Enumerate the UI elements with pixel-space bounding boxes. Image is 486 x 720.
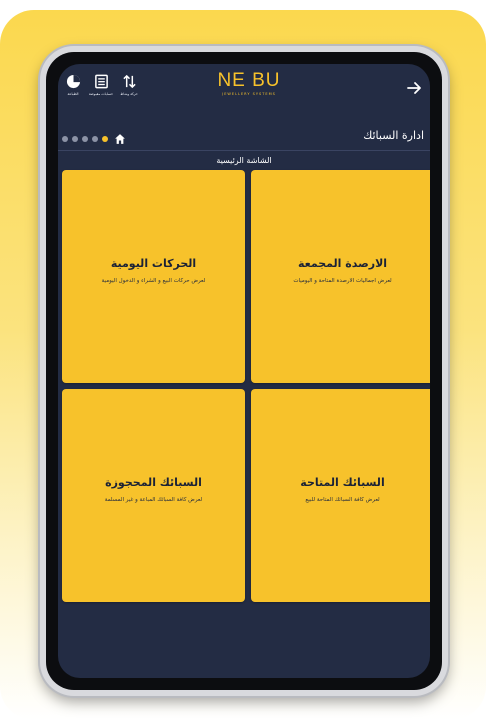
card-description: لعرض حركات البيع و الشراء و الدخول اليوم…	[101, 278, 206, 284]
nav-button-print[interactable]: الطباعة	[60, 74, 86, 108]
sort-arrows-icon	[122, 74, 136, 89]
home-icon[interactable]	[114, 133, 126, 145]
tablet-device: الطباعة حسابات مقبوضة حركة وشاط NE BU JE…	[40, 46, 448, 696]
breadcrumb-dot-active[interactable]	[102, 136, 108, 142]
card-description: لعرض كافة السبائك المتاحة للبيع	[305, 497, 380, 503]
nav-button-activity[interactable]: حركة وشاط	[116, 74, 142, 108]
nav-label: الطباعة	[67, 92, 79, 96]
nav-label: حسابات مقبوضة	[88, 92, 114, 96]
breadcrumb-dot[interactable]	[82, 136, 88, 142]
tablet-bezel: الطباعة حسابات مقبوضة حركة وشاط NE BU JE…	[46, 52, 442, 690]
card-description: لعرض اجماليات الارصدة المتاحة و اليوميات	[293, 278, 392, 284]
card-title: الحركات اليومية	[110, 257, 197, 270]
pie-chart-icon	[66, 74, 80, 89]
top-bar: الطباعة حسابات مقبوضة حركة وشاط NE BU JE…	[58, 64, 430, 116]
card-reserved-bullion[interactable]: السبائك المحجوزة لعرض كافة السبائك المبا…	[62, 389, 245, 602]
card-title: الارصدة المجمعة	[297, 257, 388, 270]
card-title: السبائك المتاحة	[300, 476, 385, 489]
list-icon	[94, 74, 108, 89]
breadcrumb	[62, 133, 126, 145]
logo-wordmark: NE BU	[217, 70, 281, 91]
header-divider	[58, 150, 430, 151]
arrow-right-icon	[407, 82, 421, 94]
breadcrumb-dot[interactable]	[62, 136, 68, 142]
app-screen: الطباعة حسابات مقبوضة حركة وشاط NE BU JE…	[58, 64, 430, 678]
nav-label: حركة وشاط	[120, 92, 138, 96]
page-title: ادارة السبائك	[363, 129, 424, 142]
logo-tagline: JEWELLERY SYSTEMS	[222, 92, 276, 96]
breadcrumb-dot[interactable]	[72, 136, 78, 142]
card-available-bullion[interactable]: السبائك المتاحة لعرض كافة السبائك المتاح…	[251, 389, 430, 602]
card-title: السبائك المحجوزة	[105, 476, 202, 489]
nav-button-receivables[interactable]: حسابات مقبوضة	[88, 74, 114, 108]
card-aggregate-balances[interactable]: الارصدة المجمعة لعرض اجماليات الارصدة ال…	[251, 170, 430, 383]
screen-subtitle: الشاشة الرئيسية	[216, 156, 272, 165]
card-daily-transactions[interactable]: الحركات اليومية لعرض حركات البيع و الشرا…	[62, 170, 245, 383]
brand-logo: NE BU JEWELLERY SYSTEMS	[207, 70, 291, 97]
breadcrumb-dot[interactable]	[92, 136, 98, 142]
forward-arrow-button[interactable]	[406, 80, 422, 96]
card-description: لعرض كافة السبائك المباعة و غير المسلمة	[104, 497, 203, 503]
